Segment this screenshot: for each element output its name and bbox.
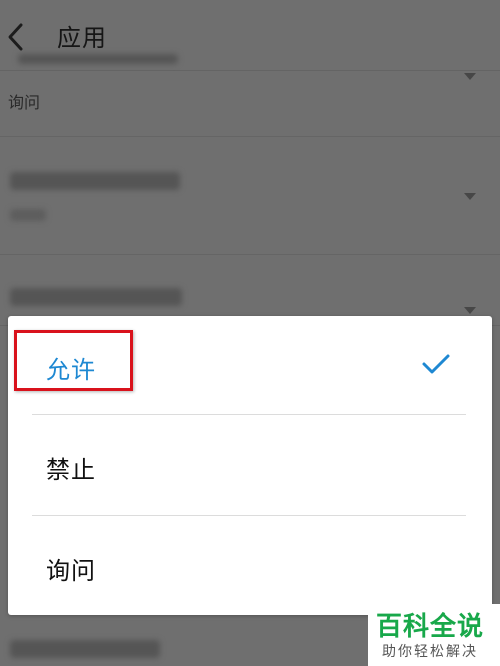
row-value: 询问 <box>8 93 41 112</box>
dropdown-chevron-icon <box>464 307 476 314</box>
checkmark-icon <box>422 354 450 374</box>
option-deny[interactable]: 禁止 <box>8 416 492 516</box>
blurred-row-title <box>10 288 182 306</box>
option-allow[interactable]: 允许 <box>8 316 492 416</box>
page-title: 应用 <box>57 24 107 52</box>
back-arrow-icon[interactable] <box>4 20 28 54</box>
divider <box>32 414 466 415</box>
blurred-row-title <box>10 640 160 658</box>
dropdown-chevron-icon <box>464 193 476 200</box>
permission-row: 询问 <box>0 54 500 137</box>
option-ask[interactable]: 询问 <box>8 517 492 617</box>
annotation-highlight-box <box>14 330 133 391</box>
option-label: 禁止 <box>46 456 96 484</box>
watermark-title: 百科全说 <box>376 612 485 642</box>
blurred-row-value <box>10 209 46 221</box>
option-label: 询问 <box>46 557 96 585</box>
watermark-logo: 百科全说 助你轻松解决 <box>368 604 500 666</box>
dropdown-chevron-icon <box>464 73 476 80</box>
watermark-subtitle: 助你轻松解决 <box>382 644 478 660</box>
divider <box>32 515 466 516</box>
permission-choice-dialog: 允许 禁止 询问 <box>8 316 492 615</box>
blurred-row-title <box>18 54 178 64</box>
blurred-row-title <box>10 172 180 190</box>
permission-row <box>0 137 500 255</box>
